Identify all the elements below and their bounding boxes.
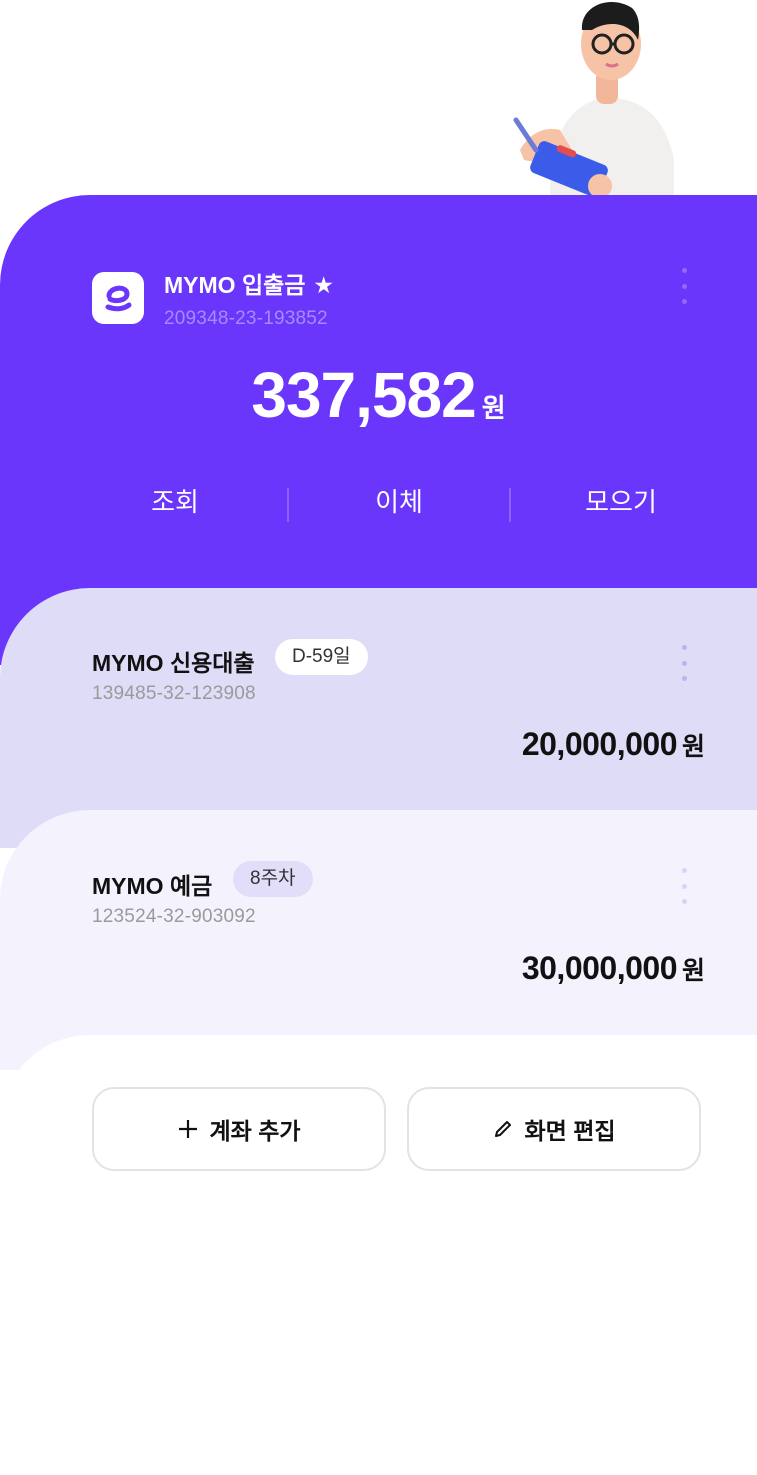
main-account-actions: 조회 이체 모으기: [60, 482, 740, 522]
loan-amount-value: 20,000,000: [521, 726, 678, 762]
main-account-title: MYMO 입출금 ★: [164, 266, 334, 300]
loan-account-card[interactable]: [0, 588, 757, 848]
pencil-icon: [495, 1121, 512, 1137]
savings-button[interactable]: 모으기: [506, 482, 736, 522]
balance-currency: 원: [481, 393, 506, 423]
edit-screen-button[interactable]: 화면 편집: [407, 1087, 701, 1171]
main-account-name: MYMO 입출금: [164, 272, 306, 298]
deposit-amount-currency: 원: [681, 957, 705, 985]
deposit-week-badge: 8주차: [233, 861, 313, 897]
loan-dday-badge: D-59일: [275, 639, 368, 675]
plus-icon: [179, 1120, 198, 1138]
loan-amount: 20,000,000 원: [522, 726, 705, 763]
edit-screen-label: 화면 편집: [524, 1118, 616, 1144]
deposit-amount-value: 30,000,000: [521, 950, 678, 986]
add-account-label: 계좌 추가: [209, 1118, 301, 1144]
add-account-button[interactable]: 계좌 추가: [92, 1087, 386, 1171]
deposit-account-title: MYMO 예금: [92, 873, 213, 899]
app-logo-icon: [92, 272, 144, 324]
main-balance: 337,582 원: [0, 358, 757, 432]
loan-amount-currency: 원: [681, 733, 705, 761]
deposit-amount: 30,000,000 원: [522, 950, 705, 987]
main-account-number: 209348-23-193852: [164, 308, 328, 329]
more-vert-icon[interactable]: [680, 868, 688, 904]
loan-account-number: 139485-32-123908: [92, 683, 256, 704]
deposit-account-card[interactable]: [0, 810, 757, 1070]
transfer-button[interactable]: 이체: [284, 482, 514, 522]
loan-account-title: MYMO 신용대출: [92, 650, 255, 676]
deposit-account-number: 123524-32-903092: [92, 906, 256, 927]
balance-amount: 337,582: [251, 359, 476, 431]
more-vert-icon[interactable]: [680, 268, 688, 304]
character-illustration: [480, 0, 700, 198]
more-vert-icon[interactable]: [680, 645, 688, 681]
star-icon[interactable]: ★: [313, 272, 334, 298]
inquiry-button[interactable]: 조회: [60, 482, 290, 522]
